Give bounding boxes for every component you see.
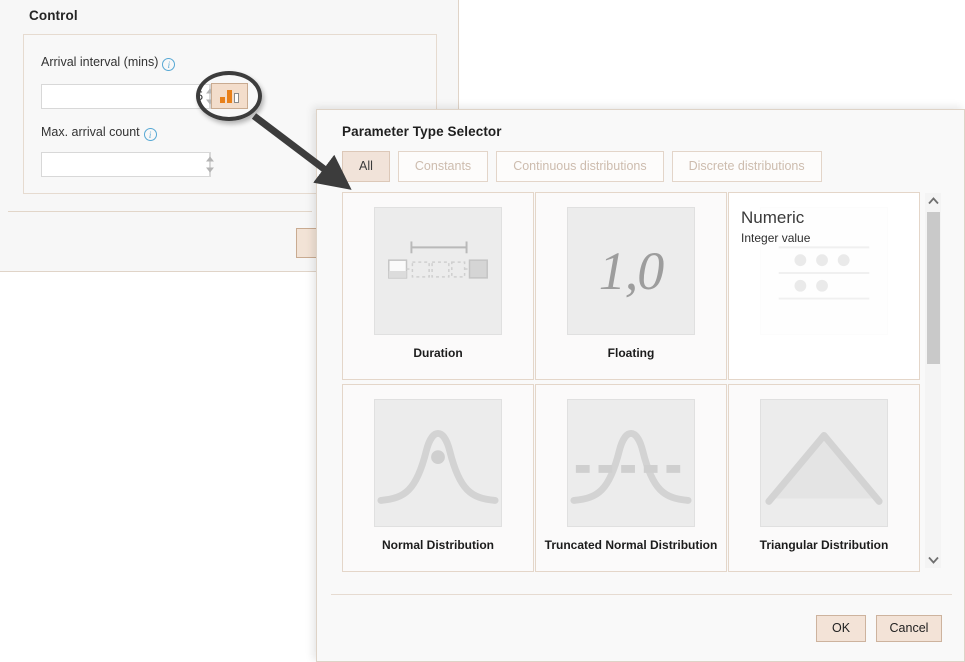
chevron-down-icon[interactable] [925,552,941,568]
floating-glyph: 1,0 [598,241,664,301]
card-label: Triangular Distribution [759,538,889,552]
card-triangular-distribution[interactable]: Triangular Distribution [728,384,920,572]
card-truncated-normal-distribution[interactable]: Truncated Normal Distribution [535,384,727,572]
card-label: Normal Distribution [381,538,494,552]
max-arrival-count-spinner[interactable] [41,152,211,177]
parameter-type-grid: Duration 1,0 Floating Numeric Integer va… [342,192,942,582]
card-floating[interactable]: 1,0 Floating [535,192,727,380]
info-icon[interactable]: i [162,58,176,71]
highlight-ellipse-annotation [196,71,262,121]
normal-curve-icon [374,399,502,527]
dialog-footer: OK Cancel [816,615,942,642]
max-arrival-count-input[interactable] [41,152,209,177]
max-arrival-count-label: Max. arrival count i [41,125,157,141]
panel-title: Control [29,8,78,23]
tab-discrete-distributions[interactable]: Discrete distributions [671,151,822,182]
card-label: Truncated Normal Distribution [544,538,718,552]
tooltip-title: Numeric [741,208,805,227]
card-normal-distribution[interactable]: Normal Distribution [342,384,534,572]
truncated-normal-curve-icon [567,399,695,527]
card-label: Floating [607,346,655,360]
tab-continuous-distributions[interactable]: Continuous distributions [496,151,664,182]
scrollbar-thumb[interactable] [927,212,940,364]
decimal-number-icon: 1,0 [567,207,695,335]
triangular-curve-icon [760,399,888,527]
arrival-interval-input[interactable] [41,84,209,109]
cards-scrollbar[interactable] [925,193,941,568]
numeric-tooltip: Numeric Integer value [741,207,810,245]
card-numeric[interactable]: Numeric Numeric Integer value [728,192,920,380]
screen: Control Arrival interval (mins)i Max. ar… [0,0,965,662]
parameter-type-selector-dialog: Parameter Type Selector All Constants Co… [316,109,965,662]
card-duration[interactable]: Duration [342,192,534,380]
card-label: Duration [413,346,463,360]
arrival-interval-spinner[interactable] [41,84,211,109]
cancel-button[interactable]: Cancel [876,615,942,642]
chevron-up-icon[interactable] [925,193,941,209]
dialog-title: Parameter Type Selector [342,124,502,139]
arrival-interval-label-text: Arrival interval (mins) [41,55,159,69]
arrival-interval-label: Arrival interval (mins) i [41,55,176,71]
max-arrival-count-spin-buttons[interactable] [209,152,211,177]
tab-all[interactable]: All [342,151,390,182]
tooltip-subtitle: Integer value [741,231,811,245]
tab-constants[interactable]: Constants [397,151,489,182]
panel-divider [8,211,312,212]
duration-range-icon [374,207,502,335]
footer-divider [331,594,952,595]
info-icon[interactable]: i [143,128,157,141]
ok-button[interactable]: OK [816,615,866,642]
max-arrival-count-label-text: Max. arrival count [41,125,140,139]
filter-tabs: All Constants Continuous distributions D… [342,151,822,182]
